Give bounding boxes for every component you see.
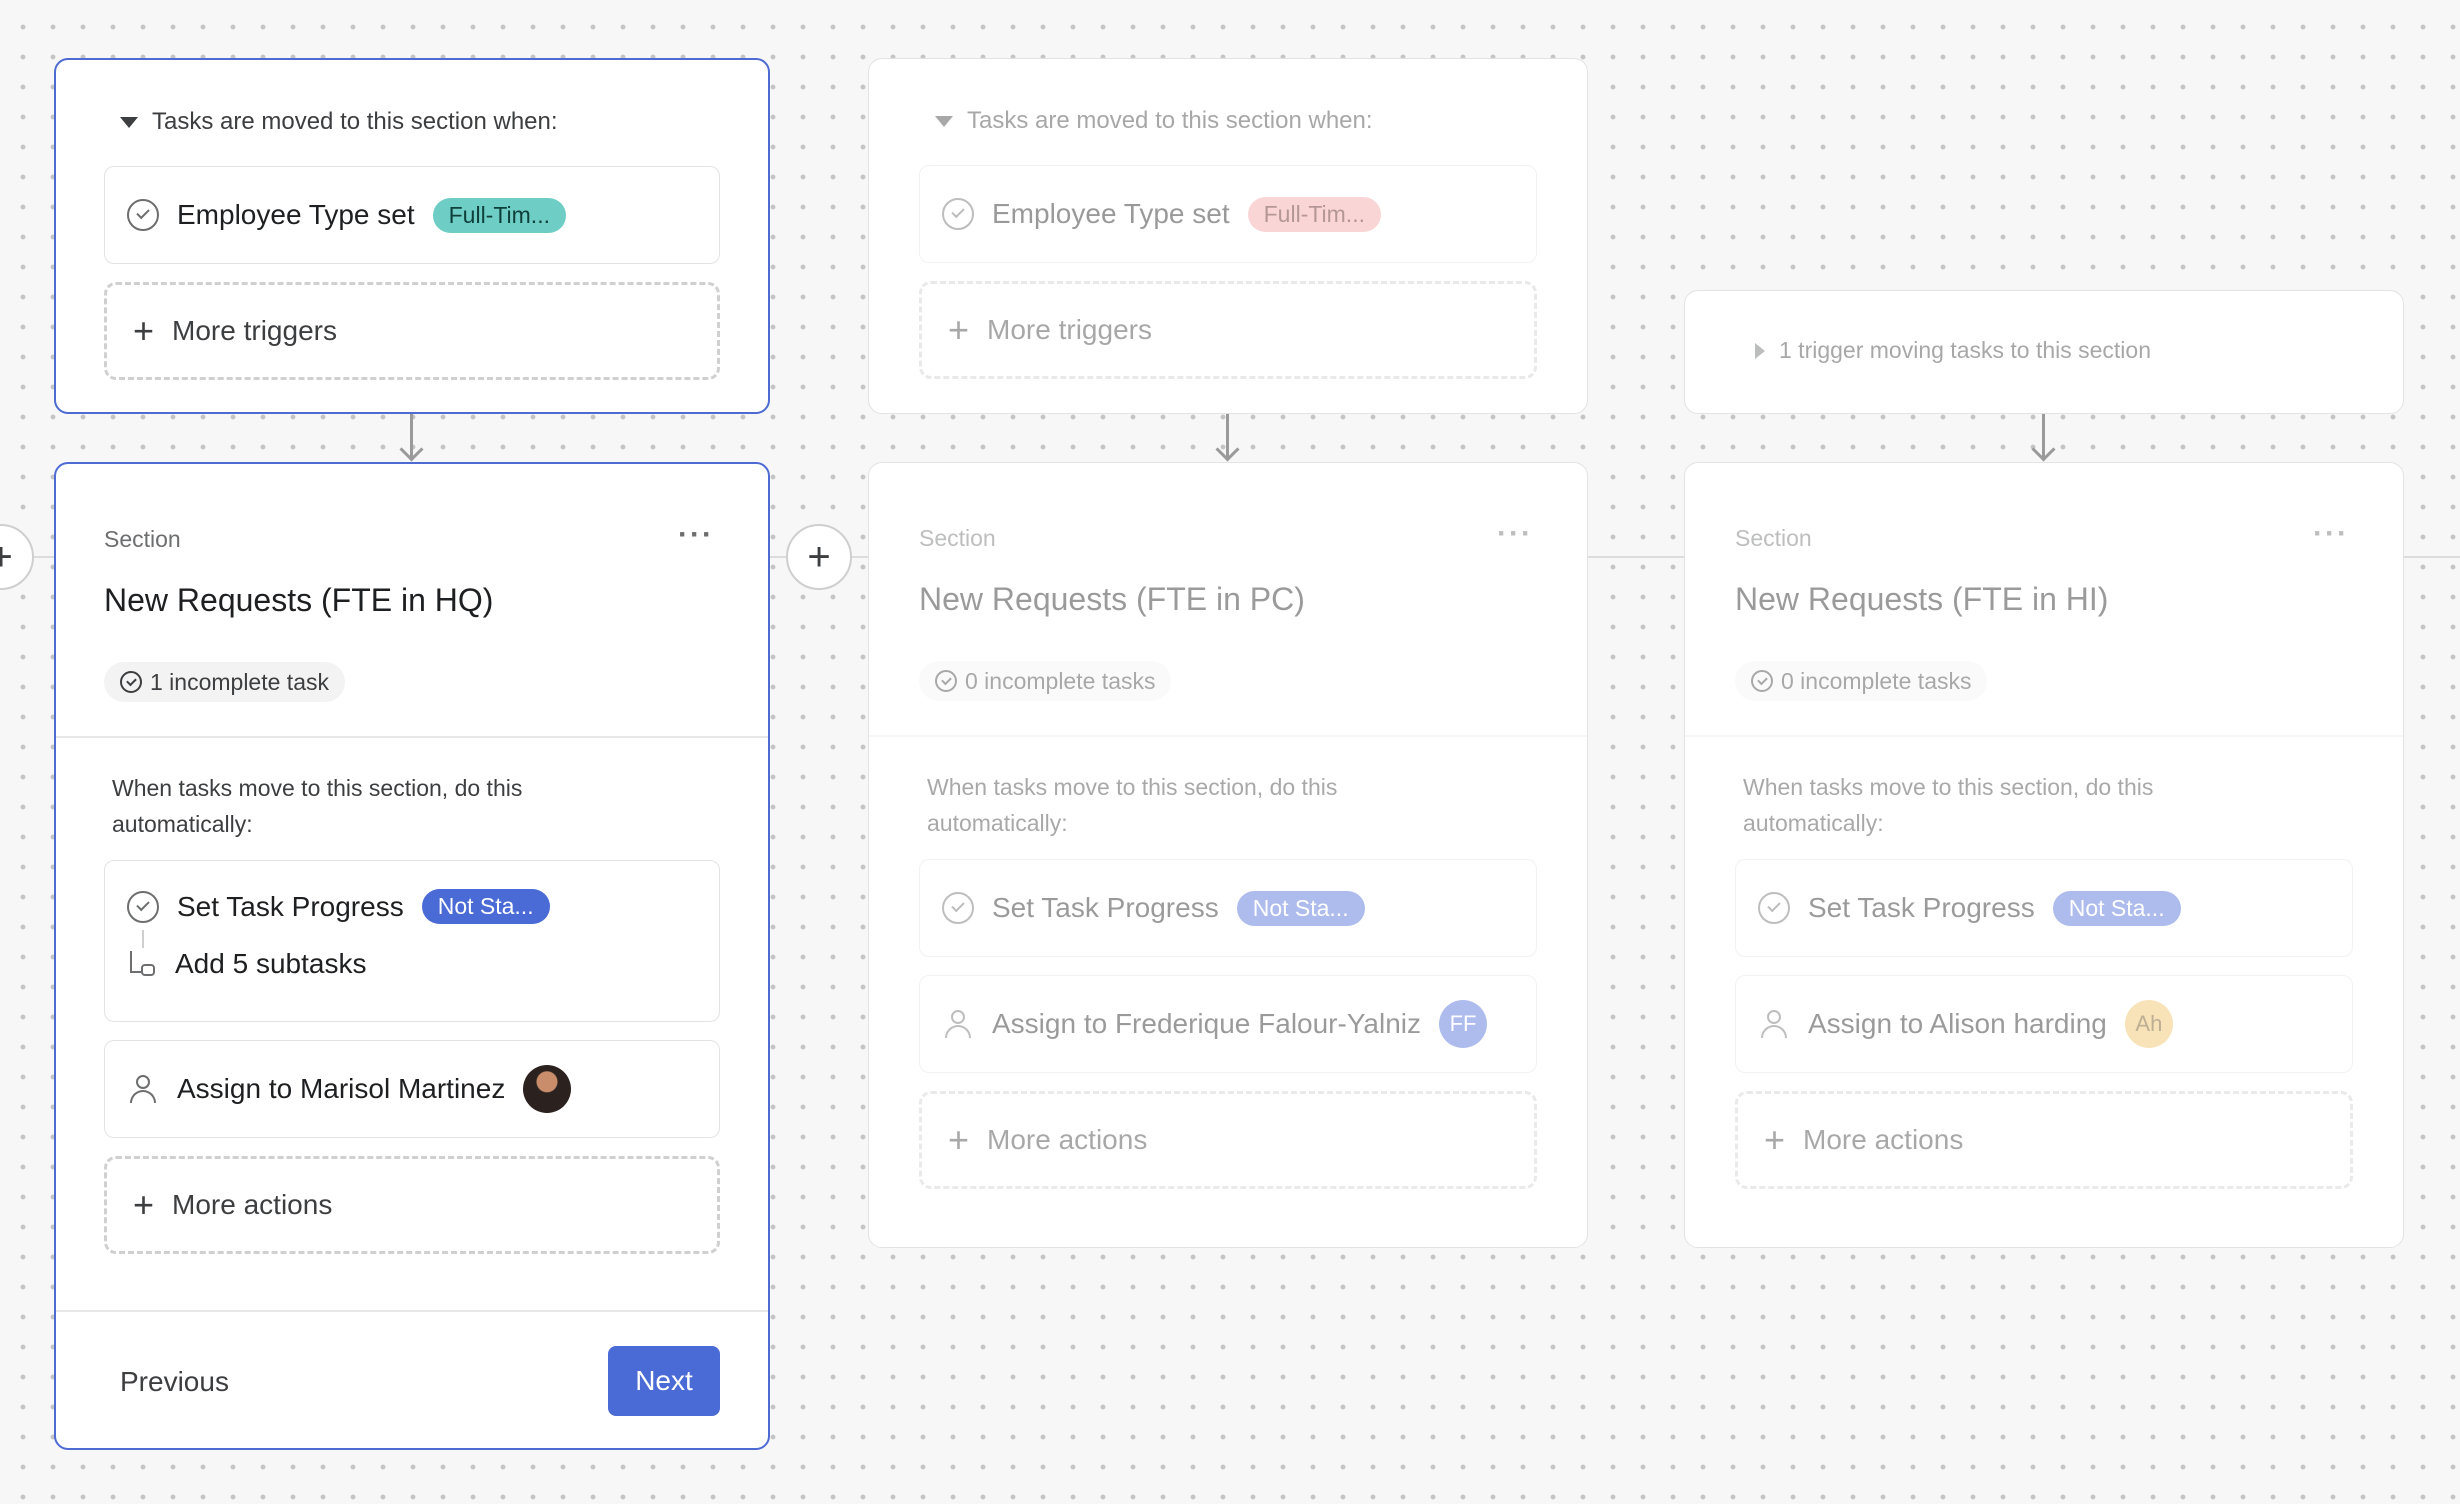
check-circle-icon: [935, 670, 957, 692]
more-options-icon[interactable]: ···: [2313, 517, 2349, 551]
check-circle-icon: [942, 892, 974, 924]
more-triggers-button[interactable]: + More triggers: [919, 281, 1537, 379]
divider: [1685, 735, 2403, 737]
plus-icon: +: [948, 309, 970, 350]
trigger-collapsed-header[interactable]: 1 trigger moving tasks to this section: [1755, 337, 2151, 364]
arrow-down-1: [410, 414, 413, 460]
check-circle-icon: [942, 198, 974, 230]
divider: [56, 736, 768, 738]
divider: [869, 735, 1587, 737]
trigger-header[interactable]: Tasks are moved to this section when:: [935, 107, 1373, 135]
add-section-button-left[interactable]: +: [0, 524, 34, 590]
action-assign[interactable]: Assign to Marisol Martinez: [104, 1040, 720, 1138]
auto-actions-text: When tasks move to this section, do this…: [927, 774, 1338, 836]
caret-down-icon: [120, 116, 138, 128]
caret-down-icon: [935, 115, 953, 127]
action-row: Set Task Progress Not Sta...: [127, 889, 550, 924]
previous-button[interactable]: Previous: [120, 1366, 229, 1398]
progress-pill: Not Sta...: [1236, 890, 1365, 926]
section-card-pc: Section ··· New Requests (FTE in PC) 0 i…: [868, 462, 1588, 1248]
more-actions-button[interactable]: + More actions: [919, 1091, 1537, 1189]
progress-pill: Not Sta...: [2052, 890, 2181, 926]
avatar: Ah: [2124, 1000, 2173, 1048]
check-circle-icon: [127, 199, 159, 231]
trigger-rule[interactable]: Employee Type set Full-Tim...: [104, 166, 720, 264]
connector-line-mid-2: [1588, 556, 1684, 558]
person-icon: [127, 1073, 159, 1105]
employee-type-pill: Full-Tim...: [1247, 196, 1381, 232]
incomplete-task-badge: 0 incomplete tasks: [1735, 661, 1988, 701]
more-options-icon[interactable]: ···: [1497, 517, 1533, 551]
check-circle-icon: [127, 890, 159, 923]
action-set-progress[interactable]: Set Task Progress Not Sta...: [919, 859, 1537, 957]
check-circle-icon: [1751, 670, 1773, 692]
subtask-connector: [142, 930, 144, 948]
trigger-card-pc: Tasks are moved to this section when: Em…: [868, 58, 1588, 414]
section-title[interactable]: New Requests (FTE in HQ): [104, 582, 493, 619]
arrow-down-2: [1226, 414, 1229, 460]
check-circle-icon: [120, 671, 142, 693]
person-icon: [1758, 1008, 1790, 1040]
progress-pill: Not Sta...: [421, 889, 550, 924]
plus-icon: +: [133, 310, 155, 351]
action-set-progress[interactable]: Set Task Progress Not Sta...: [1735, 859, 2353, 957]
action-assign[interactable]: Assign to Alison harding Ah: [1735, 975, 2353, 1073]
action-set-progress[interactable]: Set Task Progress Not Sta... Add 5 subta…: [104, 860, 720, 1022]
caret-right-icon: [1755, 342, 1765, 359]
section-title[interactable]: New Requests (FTE in HI): [1735, 581, 2108, 618]
incomplete-task-badge: 0 incomplete tasks: [919, 661, 1172, 701]
trigger-header[interactable]: Tasks are moved to this section when:: [120, 108, 558, 136]
incomplete-task-badge: 1 incomplete task: [104, 662, 345, 702]
action-assign[interactable]: Assign to Frederique Falour-Yalniz FF: [919, 975, 1537, 1073]
next-button[interactable]: Next: [608, 1346, 720, 1416]
more-actions-button[interactable]: + More actions: [1735, 1091, 2353, 1189]
check-circle-icon: [1758, 892, 1790, 924]
trigger-card-hi: 1 trigger moving tasks to this section: [1684, 290, 2404, 414]
plus-icon: +: [133, 1184, 155, 1225]
employee-type-pill: Full-Tim...: [432, 197, 566, 233]
trigger-card-hq: Tasks are moved to this section when: Em…: [54, 58, 770, 414]
plus-icon: +: [1764, 1119, 1786, 1160]
trigger-rule[interactable]: Employee Type set Full-Tim...: [919, 165, 1537, 263]
arrow-down-3: [2042, 414, 2045, 460]
more-triggers-button[interactable]: + More triggers: [104, 282, 720, 380]
section-title[interactable]: New Requests (FTE in PC): [919, 581, 1305, 618]
avatar: [523, 1065, 572, 1113]
subtask-icon: [127, 949, 157, 979]
subtask-row: Add 5 subtasks: [127, 948, 366, 980]
avatar: FF: [1439, 1000, 1488, 1048]
section-label: Section: [919, 525, 996, 551]
connector-line-right: [2404, 556, 2460, 558]
section-label: Section: [104, 526, 181, 552]
person-icon: [942, 1008, 974, 1040]
more-options-icon[interactable]: ···: [678, 518, 714, 552]
auto-actions-text: When tasks move to this section, do this…: [112, 775, 523, 837]
divider: [56, 1310, 768, 1312]
section-card-hi: Section ··· New Requests (FTE in HI) 0 i…: [1684, 462, 2404, 1248]
section-card-hq: Section ··· New Requests (FTE in HQ) 1 i…: [54, 462, 770, 1450]
section-label: Section: [1735, 525, 1812, 551]
more-actions-button[interactable]: + More actions: [104, 1156, 720, 1254]
add-section-button-middle[interactable]: +: [786, 524, 852, 590]
auto-actions-text: When tasks move to this section, do this…: [1743, 774, 2154, 836]
plus-icon: +: [948, 1119, 970, 1160]
